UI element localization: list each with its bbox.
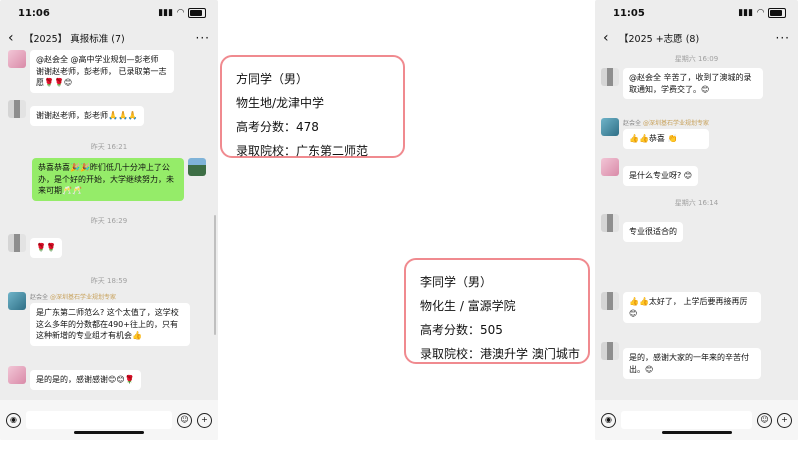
member-count: (7) <box>111 34 125 45</box>
message-bubble[interactable]: @赵会全 @高中学业规划—彭老师 谢谢赵老师，彭老师， 已录取第一志愿🌹🌹😊 <box>30 50 174 93</box>
list-item: 👍👍太好了， 上学后要再接再厉😊 <box>601 292 761 324</box>
message-bubble[interactable]: 恭喜恭喜🎉🎉昨们低几十分冲上了公办，是个好的开始，大学继续努力，未来可期🥂🥂 <box>32 158 184 201</box>
chat-title: 【2025】 真报标准 <box>24 34 109 45</box>
message-bubble[interactable]: 谢谢赵老师，彭老师🙏🙏🙏 <box>30 106 144 126</box>
voice-icon[interactable]: ◉ <box>601 412 616 428</box>
message-bubble[interactable]: 是的是的，感谢感谢😊😊🌹 <box>30 370 141 390</box>
status-time: 11:05 <box>613 7 645 19</box>
student-card-1: 方同学（男） 物生地/龙津中学 高考分数：478 录取院校：广东第二师范 <box>220 55 405 158</box>
plus-icon[interactable]: + <box>777 412 792 428</box>
avatar <box>188 158 206 176</box>
home-indicator <box>661 431 732 434</box>
message-bubble[interactable]: 🌹🌹 <box>30 238 62 258</box>
status-time: 11:06 <box>18 7 50 19</box>
student-card-2: 李同学（男） 物化生 / 富源学院 高考分数：505 录取院校：港澳升学 澳门城… <box>404 258 590 364</box>
more-icon[interactable]: ··· <box>776 31 790 45</box>
list-item: 是的，感谢大家的一年来的辛苦付出。😊 <box>601 342 761 380</box>
signal-icon: ▮▮▮ <box>158 8 174 18</box>
student-subjects: 物化生 / 富源学院 <box>420 299 516 313</box>
back-icon[interactable]: ‹ <box>603 30 615 46</box>
avatar <box>8 100 26 118</box>
list-item: @赵会全 @高中学业规划—彭老师 谢谢赵老师，彭老师， 已录取第一志愿🌹🌹😊 <box>8 50 174 93</box>
student-score: 高考分数：478 <box>236 120 319 134</box>
student-subjects: 物生地/龙津中学 <box>236 96 325 110</box>
avatar <box>601 68 619 86</box>
input-bar: ◉ ☺ + <box>0 400 218 440</box>
student-name: 李同学（男） <box>420 275 493 289</box>
wifi-icon: ◠ <box>177 8 184 18</box>
back-icon[interactable]: ‹ <box>8 30 20 46</box>
status-bar: 11:05 ▮▮▮ ◠ <box>595 0 798 26</box>
message-input[interactable] <box>26 411 172 429</box>
left-phone-screenshot: 11:06 ▮▮▮ ◠ ‹ 【2025】 真报标准 (7) ··· @赵会全 @… <box>0 0 218 440</box>
list-item: 专业很适合的 <box>601 214 683 242</box>
emoji-icon[interactable]: ☺ <box>177 412 192 428</box>
battery-icon <box>768 8 786 18</box>
right-phone-screenshot: 11:05 ▮▮▮ ◠ ‹ 【2025 +志愿 (8) ··· 星期六 16:0… <box>595 0 798 440</box>
plus-icon[interactable]: + <box>197 412 212 428</box>
list-item: 谢谢赵老师，彭老师🙏🙏🙏 <box>8 100 144 126</box>
avatar <box>601 342 619 360</box>
avatar <box>601 292 619 310</box>
voice-icon[interactable]: ◉ <box>6 412 21 428</box>
member-count: (8) <box>685 34 700 45</box>
wifi-icon: ◠ <box>757 8 764 18</box>
avatar <box>601 118 619 136</box>
avatar <box>8 234 26 252</box>
status-bar: 11:06 ▮▮▮ ◠ <box>0 0 218 26</box>
timestamp: 昨天 16:21 <box>90 143 128 151</box>
timestamp: 星期六 16:14 <box>674 199 719 207</box>
home-indicator <box>74 431 144 434</box>
signal-icon: ▮▮▮ <box>738 8 754 18</box>
list-item: 恭喜恭喜🎉🎉昨们低几十分冲上了公办，是个好的开始，大学继续努力，未来可期🥂🥂 <box>32 158 206 201</box>
student-admitted: 录取院校：广东第二师范 <box>236 144 369 158</box>
avatar <box>8 292 26 310</box>
message-bubble[interactable]: 是广东第二师范么? 这个太值了，这学校这么多年的分数都在490+往上的，只有这种… <box>30 303 190 346</box>
message-bubble[interactable]: 是的，感谢大家的一年来的辛苦付出。😊 <box>623 348 761 380</box>
avatar <box>8 366 26 384</box>
sender-tag: @深圳基石学业规划专家 <box>642 120 709 127</box>
student-admitted: 录取院校：港澳升学 澳门城市 <box>420 347 580 361</box>
emoji-icon[interactable]: ☺ <box>757 412 772 428</box>
list-item: 是什么专业呀? 😊 <box>601 158 699 186</box>
sender-tag: @深圳基石学业规划专家 <box>49 294 116 301</box>
more-icon[interactable]: ··· <box>196 31 210 45</box>
message-bubble[interactable]: 👍👍太好了， 上学后要再接再厉😊 <box>623 292 761 324</box>
message-bubble[interactable]: 是什么专业呀? 😊 <box>623 166 699 186</box>
list-item: 赵会全 @深圳基石学业规划专家 是广东第二师范么? 这个太值了，这学校这么多年的… <box>8 292 190 346</box>
message-bubble[interactable]: @赵会全 辛苦了，收到了澳城的录取通知，学费交了。😊 <box>623 68 763 100</box>
chat-header: ‹ 【2025 +志愿 (8) ··· <box>595 26 798 50</box>
timestamp: 星期六 16:09 <box>674 55 719 63</box>
avatar <box>601 214 619 232</box>
battery-icon <box>188 8 206 18</box>
message-bubble[interactable]: 👍👍恭喜 👏 <box>623 129 709 149</box>
list-item: 是的是的，感谢感谢😊😊🌹 <box>8 366 141 390</box>
avatar <box>601 158 619 176</box>
scrollbar[interactable] <box>214 215 216 335</box>
sender-name: 赵会全 <box>623 120 642 127</box>
chat-header: ‹ 【2025】 真报标准 (7) ··· <box>0 26 218 50</box>
chat-title: 【2025 +志愿 <box>619 34 683 45</box>
list-item: 赵会全 @深圳基石学业规划专家 👍👍恭喜 👏 <box>601 118 709 149</box>
list-item: 🌹🌹 <box>8 234 62 258</box>
student-name: 方同学（男） <box>236 72 309 86</box>
sender-name: 赵会全 <box>30 294 49 301</box>
avatar <box>8 50 26 68</box>
message-bubble[interactable]: 专业很适合的 <box>623 222 683 242</box>
student-score: 高考分数：505 <box>420 323 503 337</box>
list-item: @赵会全 辛苦了，收到了澳城的录取通知，学费交了。😊 <box>601 68 763 100</box>
message-input[interactable] <box>621 411 752 429</box>
timestamp: 昨天 18:59 <box>90 277 128 285</box>
input-bar: ◉ ☺ + <box>595 400 798 440</box>
timestamp: 昨天 16:29 <box>90 217 128 225</box>
